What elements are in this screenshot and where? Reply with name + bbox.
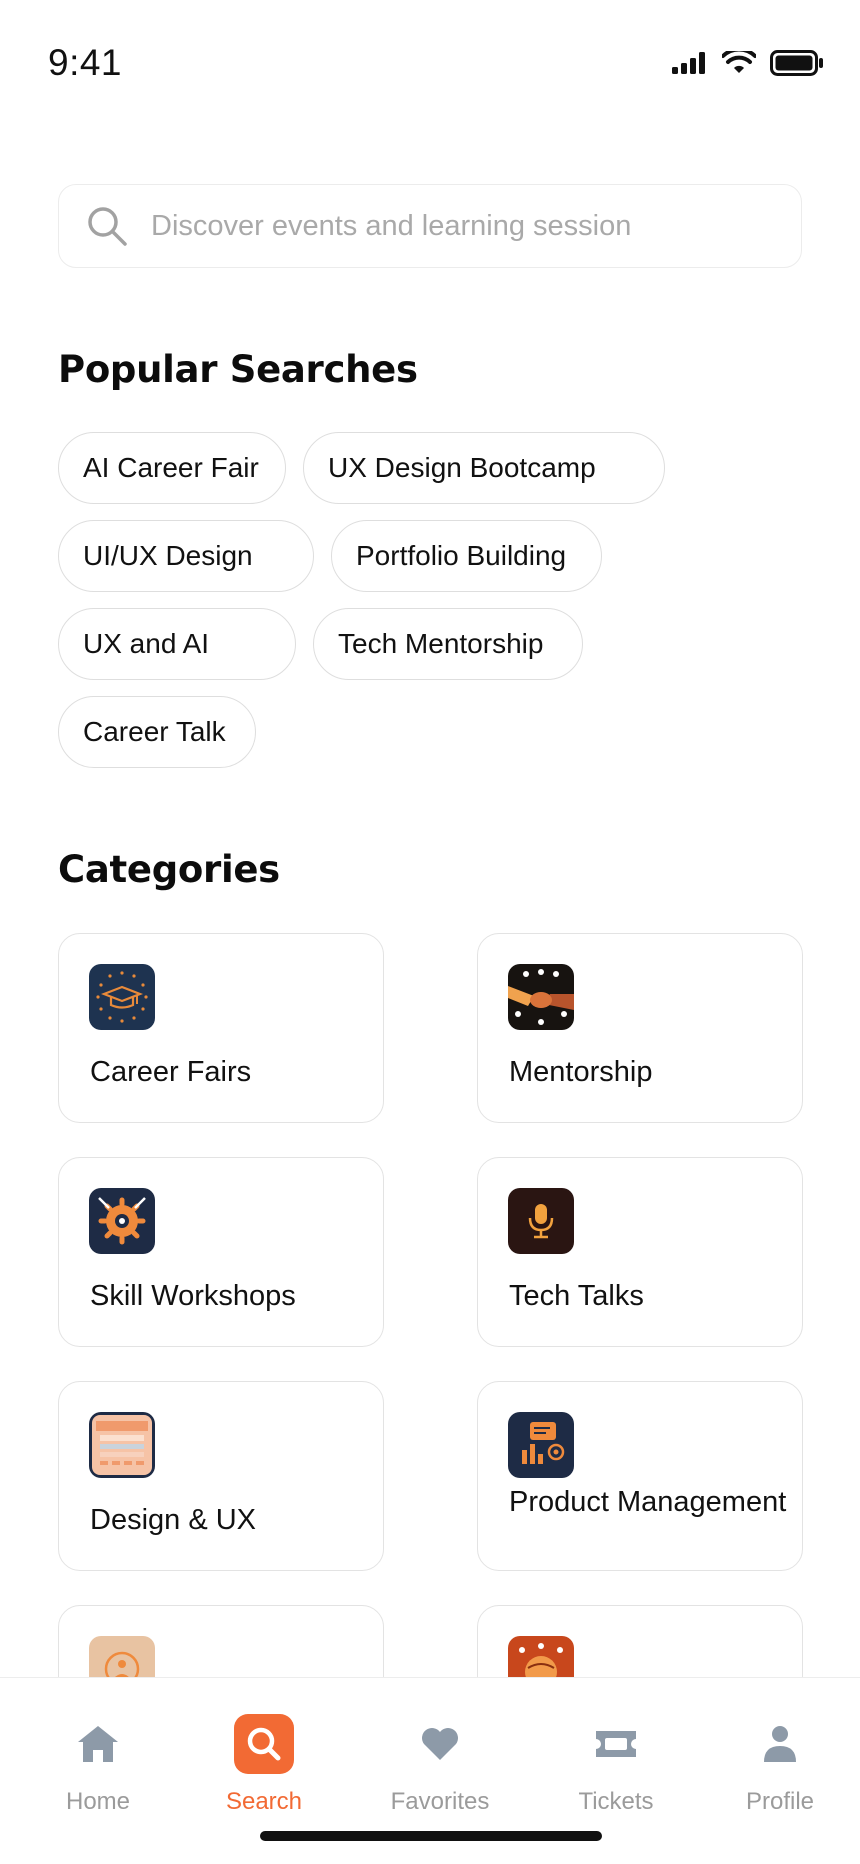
status-icons [672,47,824,81]
presentation-icon [508,1412,574,1478]
search-chip[interactable]: AI Career Fair [58,432,286,504]
search-chip[interactable]: UI/UX Design [58,520,314,592]
nav-label: Search [225,1788,303,1815]
wireframe-icon [89,1412,155,1478]
microphone-icon [508,1188,574,1254]
graduation-cap-icon [89,964,155,1030]
category-card-mentorship[interactable]: Mentorship [477,933,803,1123]
nav-label: Profile [745,1788,815,1815]
gear-tools-icon [89,1188,155,1254]
category-label: Mentorship [509,1056,653,1088]
category-card-design-ux[interactable]: Design & UX [58,1381,384,1571]
category-card-career-fairs[interactable]: Career Fairs [58,933,384,1123]
heart-icon [410,1714,470,1774]
category-label: Product Management [509,1486,787,1518]
search-chip[interactable]: UX Design Bootcamp [303,432,665,504]
ticket-icon [586,1714,646,1774]
signal-icon [672,52,708,79]
search-chip[interactable]: Portfolio Building [331,520,602,592]
categories-title: Categories [58,848,280,891]
search-chip[interactable]: Career Talk [58,696,256,768]
status-bar: 9:41 [0,0,860,130]
nav-label: Tickets [578,1788,654,1815]
wifi-icon [721,47,757,80]
nav-profile[interactable]: Profile [710,1714,850,1816]
handshake-icon [508,964,574,1030]
nav-home[interactable]: Home [28,1714,168,1816]
home-icon [68,1714,128,1774]
nav-label: Favorites [390,1788,490,1815]
popular-searches-title: Popular Searches [58,348,418,391]
category-card-product-management[interactable]: Product Management [477,1381,803,1571]
search-bar[interactable] [58,184,802,268]
search-input[interactable] [151,209,751,243]
category-card-tech-talks[interactable]: Tech Talks [477,1157,803,1347]
home-indicator [260,1831,602,1841]
search-icon [85,204,129,248]
category-label: Career Fairs [90,1056,252,1088]
nav-favorites[interactable]: Favorites [370,1714,510,1816]
status-time: 9:41 [48,42,123,83]
profile-icon [750,1714,810,1774]
battery-icon [770,50,824,81]
nav-search[interactable]: Search [194,1714,334,1816]
nav-label: Home [65,1788,131,1815]
category-card-skill-workshops[interactable]: Skill Workshops [58,1157,384,1347]
search-chip[interactable]: UX and AI [58,608,296,680]
search-icon [234,1714,294,1774]
category-label: Tech Talks [509,1280,644,1312]
nav-tickets[interactable]: Tickets [546,1714,686,1816]
category-label: Design & UX [90,1504,257,1536]
search-chip[interactable]: Tech Mentorship [313,608,583,680]
category-label: Skill Workshops [90,1280,296,1312]
